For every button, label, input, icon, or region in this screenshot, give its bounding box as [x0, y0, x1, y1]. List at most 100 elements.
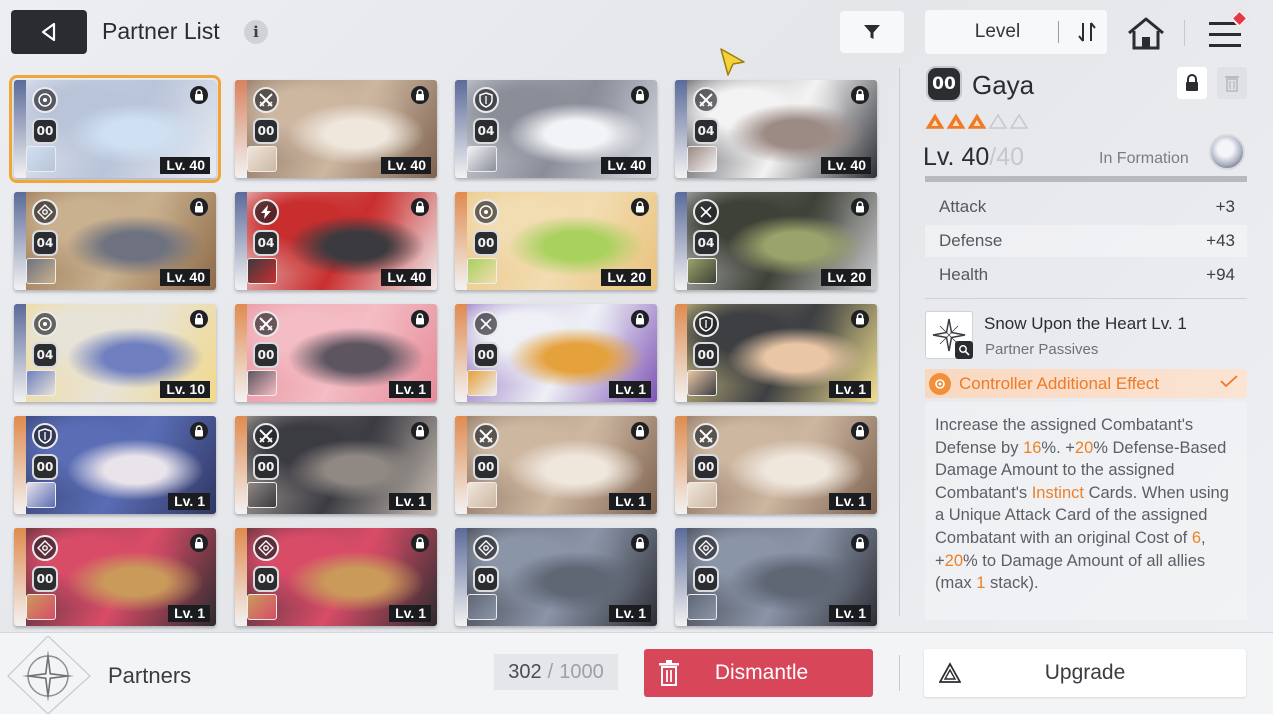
lock-icon[interactable] — [411, 198, 429, 216]
crossed-blades-icon — [473, 311, 499, 337]
level-display: Lv. 40/40 — [923, 143, 1024, 172]
level-label: Lv. 1 — [168, 605, 210, 622]
level-label: Lv. 20 — [821, 269, 871, 286]
controller-effect-toggle[interactable]: Controller Additional Effect — [925, 369, 1247, 398]
level-label: Lv. 1 — [609, 493, 651, 510]
back-button[interactable] — [11, 10, 87, 54]
header-divider — [1184, 20, 1185, 46]
lock-icon[interactable] — [190, 422, 208, 440]
lock-icon[interactable] — [631, 422, 649, 440]
lock-button[interactable] — [1177, 67, 1207, 99]
lock-icon[interactable] — [631, 310, 649, 328]
count-current: 302 — [508, 660, 542, 683]
lock-icon[interactable] — [851, 86, 869, 104]
controller-icon — [929, 372, 951, 395]
dismantle-button[interactable]: Dismantle — [644, 649, 873, 697]
rarity-strip — [14, 304, 26, 402]
lock-icon[interactable] — [411, 422, 429, 440]
filter-button[interactable] — [840, 11, 904, 53]
lock-icon[interactable] — [851, 310, 869, 328]
partner-card[interactable]: 00 Lv. 40 — [9, 75, 221, 183]
partner-card[interactable]: 04 Lv. 40 — [235, 192, 437, 290]
lock-icon[interactable] — [190, 198, 208, 216]
partner-card[interactable]: 04 Lv. 10 — [14, 304, 216, 402]
panel-divider — [899, 68, 900, 616]
info-icon[interactable]: i — [244, 20, 268, 44]
partner-card[interactable]: 00 Lv. 20 — [455, 192, 657, 290]
crossed-swords-icon — [693, 87, 719, 113]
partner-card[interactable]: 00 Lv. 1 — [235, 528, 437, 626]
lock-icon[interactable] — [631, 534, 649, 552]
lock-icon[interactable] — [851, 422, 869, 440]
lock-icon[interactable] — [411, 310, 429, 328]
rank-badge: 00 — [253, 454, 279, 480]
partner-card[interactable]: 00 Lv. 1 — [455, 416, 657, 514]
formation-avatar[interactable] — [1209, 134, 1245, 170]
linked-character-avatar — [687, 146, 717, 172]
target-icon — [32, 87, 58, 113]
linked-character-avatar — [467, 370, 497, 396]
crossed-swords-icon — [253, 423, 279, 449]
partner-card[interactable]: 00 Lv. 1 — [455, 304, 657, 402]
discard-button[interactable] — [1217, 67, 1247, 99]
effect-description: Increase the assigned Combatant's Defens… — [935, 414, 1239, 595]
upgrade-button[interactable]: Upgrade — [924, 649, 1246, 697]
xp-bar — [925, 176, 1247, 182]
sort-dropdown[interactable]: Level — [925, 10, 1107, 54]
rank-badge: 00 — [473, 566, 499, 592]
highlight-value: 20 — [944, 551, 963, 570]
lock-icon — [1186, 74, 1198, 91]
linked-character-avatar — [467, 258, 497, 284]
lock-icon[interactable] — [190, 310, 208, 328]
stat-value: +94 — [1206, 265, 1235, 284]
rank-badge: 04 — [253, 230, 279, 256]
sort-label: Level — [974, 21, 1021, 42]
rarity-strip — [455, 528, 467, 626]
crossed-swords-icon — [693, 423, 719, 449]
partner-card[interactable]: 04 Lv. 40 — [455, 80, 657, 178]
detail-rank-badge: 00 — [926, 66, 962, 102]
lock-icon[interactable] — [411, 534, 429, 552]
partner-card[interactable]: 04 Lv. 40 — [14, 192, 216, 290]
partner-card[interactable]: 00 Lv. 1 — [675, 304, 877, 402]
rarity-strip — [14, 192, 26, 290]
crosshair-icon — [693, 535, 719, 561]
partner-card[interactable]: 00 Lv. 1 — [14, 416, 216, 514]
partner-card[interactable]: 04 Lv. 20 — [675, 192, 877, 290]
partner-card[interactable]: 00 Lv. 1 — [235, 304, 437, 402]
filter-icon — [864, 25, 880, 39]
sort-toggle-icon[interactable] — [1067, 20, 1107, 44]
level-label: Lv. 1 — [609, 605, 651, 622]
linked-character-avatar — [687, 482, 717, 508]
lock-icon[interactable] — [190, 534, 208, 552]
lock-icon[interactable] — [190, 86, 208, 104]
magnifier-icon[interactable] — [955, 341, 973, 359]
lock-icon[interactable] — [851, 198, 869, 216]
linked-character-avatar — [467, 482, 497, 508]
upgrade-triangle-icon — [924, 662, 976, 684]
home-button[interactable] — [1124, 14, 1168, 54]
lock-icon[interactable] — [631, 198, 649, 216]
formation-status: In Formation — [1099, 150, 1189, 167]
rarity-strip — [14, 528, 26, 626]
target-icon — [32, 311, 58, 337]
lock-icon[interactable] — [851, 534, 869, 552]
partner-card[interactable]: 04 Lv. 40 — [675, 80, 877, 178]
level-max: /40 — [989, 143, 1025, 171]
home-icon — [1128, 17, 1164, 50]
lock-icon[interactable] — [411, 86, 429, 104]
lock-icon[interactable] — [631, 86, 649, 104]
target-icon — [473, 199, 499, 225]
partner-card[interactable]: 00 Lv. 1 — [675, 416, 877, 514]
rarity-strip — [675, 304, 687, 402]
partner-card[interactable]: 00 Lv. 1 — [14, 528, 216, 626]
level-label: Lv. 40 — [160, 269, 210, 286]
partner-card[interactable]: 00 Lv. 1 — [235, 416, 437, 514]
partner-card[interactable]: 00 Lv. 1 — [455, 528, 657, 626]
rarity-strip — [235, 304, 247, 402]
count-separator: / — [547, 660, 554, 683]
partner-card[interactable]: 00 Lv. 1 — [675, 528, 877, 626]
linked-character-avatar — [26, 370, 56, 396]
level-label: Lv. 1 — [389, 605, 431, 622]
partner-card[interactable]: 00 Lv. 40 — [235, 80, 437, 178]
